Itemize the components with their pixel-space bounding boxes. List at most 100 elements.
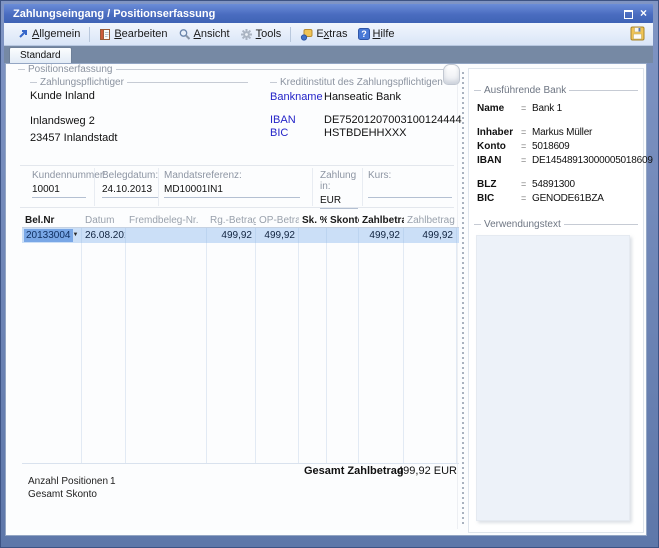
window-title: Zahlungseingang / Positionserfassung — [13, 8, 215, 20]
table-body-column — [22, 243, 82, 463]
group-verwendungstext: Verwendungstext — [474, 219, 638, 230]
payer-city: 23457 Inlandstadt — [30, 132, 117, 144]
field-underline — [102, 197, 158, 198]
menu-allgemein[interactable]: Allgemein — [12, 26, 85, 42]
bank-row-value: Bank 1 — [532, 103, 562, 114]
table-body-column — [327, 243, 359, 463]
iban-label[interactable]: IBAN — [270, 114, 324, 126]
col-belnr[interactable]: Bel.Nr — [22, 215, 82, 226]
field-belegdatum: Belegdatum: 24.10.2013 — [102, 170, 158, 198]
menu-label-rest: ools — [261, 28, 281, 40]
zahlbetrag-cell[interactable]: 499,92 — [359, 228, 404, 243]
table-header: Bel.Nr Datum Fremdbeleg-Nr. Rg.-Betrag O… — [22, 213, 459, 228]
col-datum[interactable]: Datum — [82, 215, 126, 226]
bank-row-name: Name = Bank 1 — [477, 103, 562, 114]
belegdatum-input[interactable]: 24.10.2013 — [102, 184, 158, 196]
belnr-selected-value[interactable]: 20133004 — [24, 229, 73, 242]
menu-label-rest: nsicht — [201, 28, 230, 40]
kurs-input[interactable] — [368, 184, 452, 196]
col-zahlbetrag[interactable]: Zahlbetrag — [359, 215, 404, 226]
col-sk-prozent[interactable]: Sk. % — [299, 215, 327, 226]
bank-row-label: BLZ — [477, 179, 521, 190]
group-title: Ausführende Bank — [484, 85, 566, 96]
menu-toolbar: Allgemein Bearbeiten Ansicht Tools — [4, 23, 653, 46]
group-title: Kreditinstitut des Zahlungspflichtigen — [280, 77, 443, 88]
table-body-column — [256, 243, 299, 463]
bank-row-label: Inhaber — [477, 127, 521, 138]
gesamt-skonto-label: Gesamt Skonto — [28, 489, 97, 500]
bank-row-label: IBAN — [477, 155, 521, 166]
bank-row-label: Konto — [477, 141, 521, 152]
menu-label-hilfe: Hilfe — [373, 28, 395, 40]
arrow-up-right-icon — [17, 28, 29, 40]
anzahl-positionen-value: 1 — [110, 476, 116, 487]
tab-standard[interactable]: Standard — [9, 47, 72, 63]
col-op-betrag[interactable]: OP-Betrag — [256, 215, 299, 226]
belnr-cell[interactable]: 20133004 ▼ — [22, 228, 82, 243]
bankname-row: Bankname Hanseatic Bank — [270, 91, 401, 103]
verwendungstext-textarea[interactable] — [476, 235, 630, 521]
col-skonto[interactable]: Skonto — [327, 215, 359, 226]
rg-betrag-cell[interactable]: 499,92 — [207, 228, 256, 243]
field-separator — [312, 168, 313, 206]
menu-tools[interactable]: Tools — [235, 26, 287, 43]
field-underline — [368, 197, 452, 198]
titlebar[interactable]: Zahlungseingang / Positionserfassung × — [4, 4, 653, 23]
field-zahlung-in: Zahlung in: EUR — [320, 170, 358, 209]
col-zahlbetrag-euro[interactable]: Zahlbetrag Euro — [404, 215, 457, 226]
positions-table: Bel.Nr Datum Fremdbeleg-Nr. Rg.-Betrag O… — [22, 213, 459, 464]
separator-line — [20, 165, 454, 166]
menu-label-tools: Tools — [256, 28, 282, 40]
field-kurs: Kurs: — [368, 170, 452, 198]
menu-ansicht[interactable]: Ansicht — [173, 26, 235, 43]
help-icon: ? — [358, 28, 370, 40]
datum-cell[interactable]: 26.08.2013 — [82, 228, 126, 243]
bank-row-label: Name — [477, 103, 521, 114]
sk-prozent-cell[interactable] — [299, 228, 327, 243]
table-row[interactable]: 20133004 ▼ 26.08.2013 499,92 499,92 499,… — [22, 228, 459, 243]
equals-sign: = — [521, 193, 532, 203]
tools-gear-icon — [240, 28, 253, 41]
zahlung-in-input[interactable]: EUR — [320, 195, 358, 207]
menu-extras[interactable]: Extras — [295, 26, 352, 43]
kundennummer-input[interactable]: 10001 — [32, 184, 86, 196]
menu-hilfe[interactable]: ? Hilfe — [353, 26, 400, 42]
bankname-label[interactable]: Bankname — [270, 91, 324, 103]
splitter-collapse-icon[interactable] — [443, 64, 460, 85]
dropdown-arrow-icon[interactable]: ▼ — [73, 228, 79, 243]
skonto-cell[interactable] — [327, 228, 359, 243]
restore-icon[interactable] — [623, 9, 633, 19]
tab-strip: Standard — [4, 46, 653, 63]
bank-row-value: 5018609 — [532, 141, 570, 152]
bank-row-inhaber: Inhaber = Markus Müller — [477, 127, 592, 138]
window-controls: × — [623, 8, 647, 19]
extras-icon — [300, 28, 313, 41]
menu-label-bearbeiten: Bearbeiten — [114, 28, 167, 40]
bank-row-value: 54891300 — [532, 179, 575, 190]
col-rg-betrag[interactable]: Rg.-Betrag — [207, 215, 256, 226]
op-betrag-cell[interactable]: 499,92 — [256, 228, 299, 243]
group-title: Verwendungstext — [484, 219, 561, 230]
bank-row-iban: IBAN = DE14548913000005018609 — [477, 155, 653, 166]
menu-bearbeiten[interactable]: Bearbeiten — [94, 26, 172, 43]
field-separator — [362, 168, 363, 206]
group-title: Zahlungspflichtiger — [40, 77, 124, 88]
zahlbetrag-euro-cell[interactable]: 499,92 — [404, 228, 457, 243]
mandatsreferenz-input[interactable]: MD10001IN1 — [164, 184, 300, 196]
col-fremdbeleg-nr[interactable]: Fremdbeleg-Nr. — [126, 215, 207, 226]
bic-label[interactable]: BIC — [270, 127, 324, 139]
fremdbeleg-cell[interactable] — [126, 228, 207, 243]
save-floppy-icon — [630, 32, 645, 44]
iban-value: DE75201207003100124444 — [324, 114, 462, 126]
field-underline — [32, 197, 86, 198]
table-body-column — [82, 243, 126, 463]
close-icon[interactable]: × — [640, 8, 647, 19]
field-underline — [164, 197, 300, 198]
menu-label-rest: ilfe — [380, 28, 394, 40]
field-label: Belegdatum: — [102, 170, 158, 181]
toolbar-separator — [290, 27, 291, 42]
iban-row: IBAN DE75201207003100124444 — [270, 114, 462, 126]
panel-splitter[interactable] — [462, 72, 464, 527]
menu-label-ansicht: Ansicht — [194, 28, 230, 40]
save-button[interactable] — [630, 26, 645, 44]
